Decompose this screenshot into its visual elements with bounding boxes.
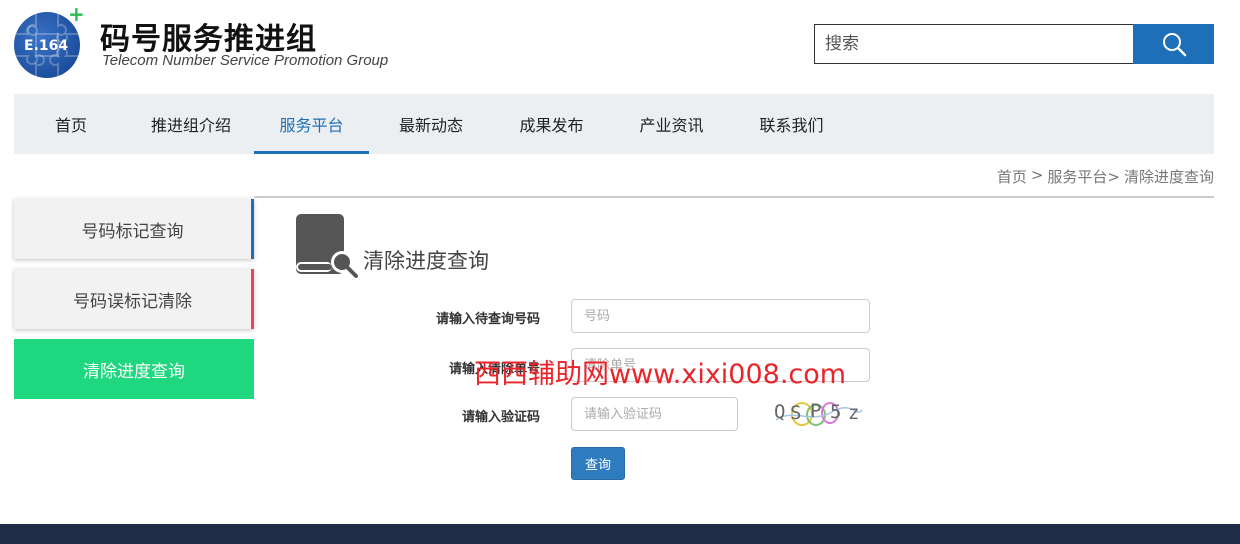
brand-subtitle: Telecom Number Service Promotion Group	[102, 52, 389, 69]
footer-bar	[0, 524, 1240, 544]
sidebar-item-mark-query[interactable]: 号码标记查询	[14, 199, 254, 259]
content-divider	[254, 196, 1214, 198]
number-field	[571, 299, 870, 333]
captcha-char: z	[848, 402, 860, 424]
section-title: 清除进度查询	[363, 249, 489, 273]
nav-item-results[interactable]: 成果发布	[493, 94, 610, 154]
captcha-input[interactable]	[572, 398, 737, 430]
number-input[interactable]	[572, 300, 869, 332]
book-search-icon	[296, 214, 358, 278]
nav-item-home[interactable]: 首页	[14, 94, 128, 154]
breadcrumb: 首页 > 服务平台> 清除进度查询	[997, 166, 1214, 187]
nav-item-contact[interactable]: 联系我们	[733, 94, 850, 154]
main-nav: 首页 推进组介绍 服务平台 最新动态 成果发布 产业资讯 联系我们	[14, 94, 1214, 154]
sidebar-item-clear-progress[interactable]: 清除进度查询	[14, 339, 254, 399]
captcha-image[interactable]: Q S P 5 z	[772, 398, 864, 430]
number-label: 请输入待查询号码	[435, 312, 540, 327]
breadcrumb-current: 清除进度查询	[1123, 168, 1214, 186]
breadcrumb-home[interactable]: 首页	[997, 166, 1027, 187]
captcha-field	[571, 397, 738, 431]
captcha-label: 请输入验证码	[461, 410, 540, 425]
nav-item-news[interactable]: 最新动态	[369, 94, 493, 154]
search-button[interactable]	[1133, 24, 1214, 64]
captcha-char: 5	[830, 401, 842, 423]
sidebar-item-mislabel-clear[interactable]: 号码误标记清除	[14, 269, 254, 329]
captcha-char: P	[810, 400, 822, 422]
nav-item-service-platform[interactable]: 服务平台	[254, 94, 369, 154]
captcha-char: Q	[774, 401, 786, 423]
search-input[interactable]	[815, 25, 1133, 63]
nav-item-industry[interactable]: 产业资讯	[610, 94, 733, 154]
logo-plus-icon: +	[68, 2, 85, 26]
site-header: E.164 + 码号服务推进组 Telecom Number Service P…	[0, 0, 1240, 94]
query-button[interactable]: 查询	[571, 447, 625, 480]
logo-badge-text: E.164	[24, 38, 69, 54]
breadcrumb-platform[interactable]: 服务平台>	[1047, 166, 1120, 187]
nav-item-intro[interactable]: 推进组介绍	[128, 94, 254, 154]
captcha-char: S	[790, 402, 802, 424]
breadcrumb-separator: >	[1030, 166, 1044, 184]
watermark-text: 西西辅助网www.xixi008.com	[474, 359, 847, 390]
search-icon	[1162, 33, 1186, 57]
search-box	[814, 24, 1134, 64]
